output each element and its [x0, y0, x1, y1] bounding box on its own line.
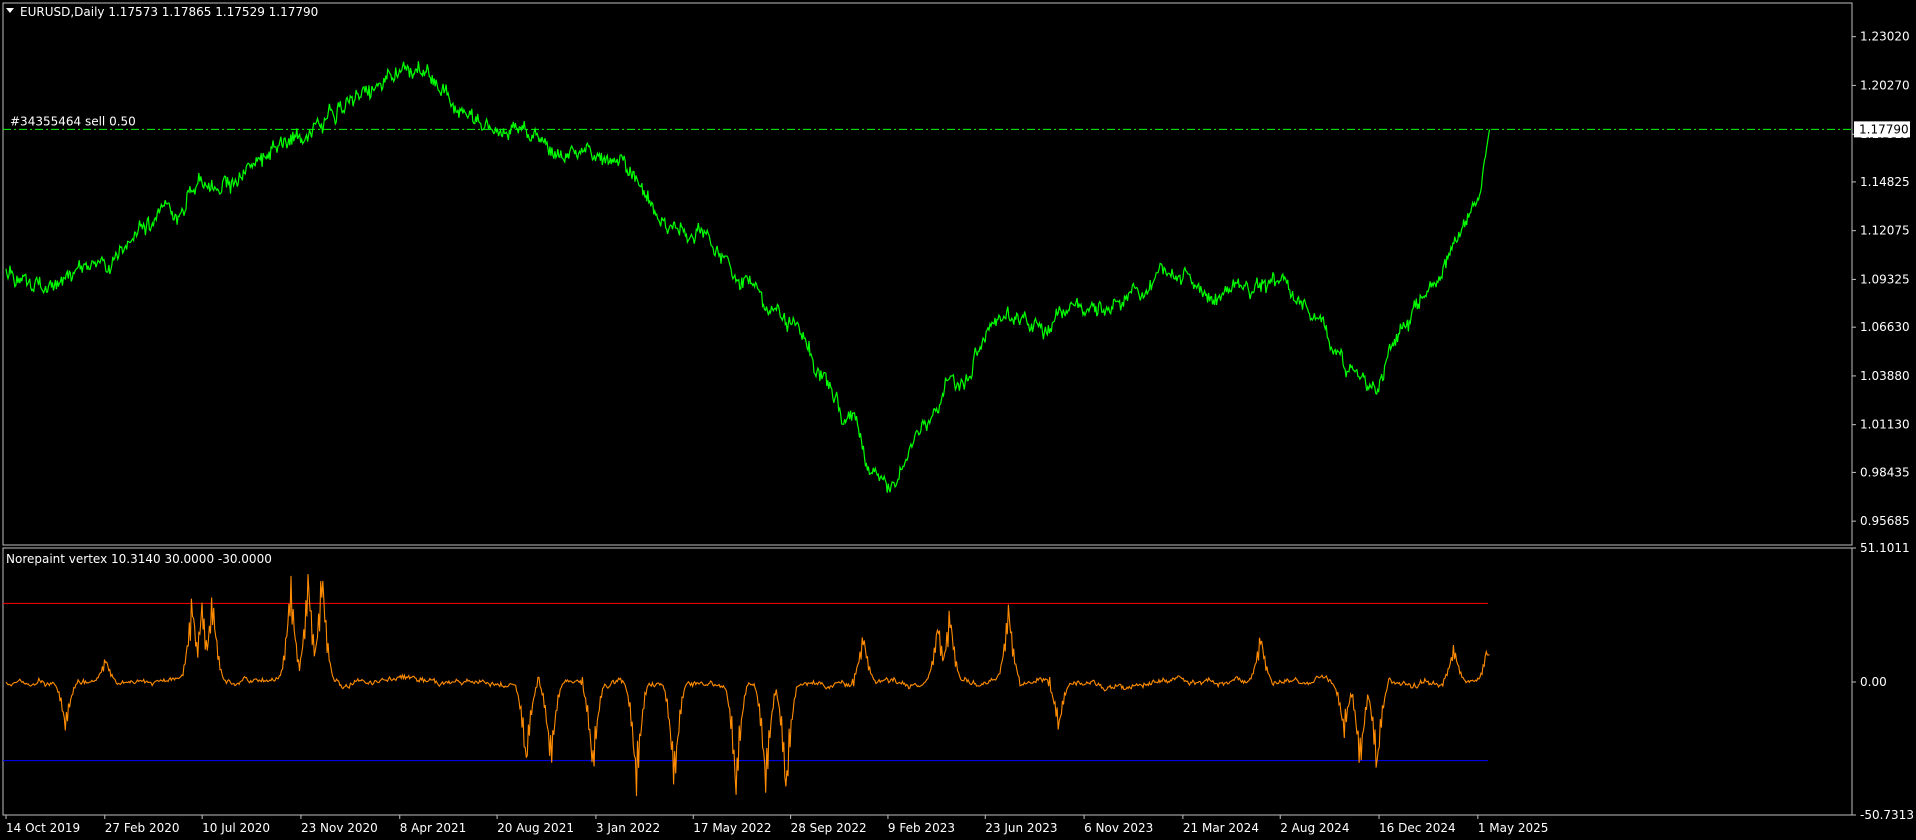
chart-header[interactable]: EURUSD,Daily 1.17573 1.17865 1.17529 1.1… [6, 5, 318, 19]
time-axis-tick-label: 3 Jan 2022 [596, 821, 660, 835]
price-axis-tick-label: 1.23020 [1860, 30, 1910, 44]
price-axis-tick-label: 1.03880 [1860, 369, 1910, 383]
time-axis-tick-label: 20 Aug 2021 [497, 821, 574, 835]
current-price-marker: 1.17790 [1854, 121, 1910, 138]
time-axis-tick-label: 16 Dec 2024 [1379, 821, 1456, 835]
time-axis-tick-label: 23 Jun 2023 [985, 821, 1057, 835]
time-axis-tick-label: 2 Aug 2024 [1280, 821, 1349, 835]
time-axis-tick-label: 10 Jul 2020 [202, 821, 270, 835]
time-axis-tick-label: 6 Nov 2023 [1084, 821, 1153, 835]
indicator-title: Norepaint vertex 10.3140 30.0000 -30.000… [6, 552, 272, 566]
time-axis-tick-label: 9 Feb 2023 [888, 821, 955, 835]
price-axis-tick-label: 1.09325 [1860, 272, 1910, 286]
time-axis-tick-label: 1 May 2025 [1478, 821, 1549, 835]
time-axis-tick-label: 8 Apr 2021 [400, 821, 467, 835]
time-axis-tick-label: 27 Feb 2020 [105, 821, 180, 835]
indicator-axis-tick-label: 0.00 [1860, 675, 1887, 689]
trade-order-label: #34355464 sell 0.50 [10, 114, 136, 128]
time-axis-tick-label: 17 May 2022 [693, 821, 771, 835]
time-axis-tick-label: 28 Sep 2022 [791, 821, 867, 835]
chart-background [0, 0, 1916, 840]
indicator-axis-tick-label: -50.7313 [1860, 808, 1914, 822]
chart-title: EURUSD,Daily 1.17573 1.17865 1.17529 1.1… [20, 5, 318, 19]
price-axis-tick-label: 0.98435 [1860, 465, 1910, 479]
indicator-axis-tick-label: 51.1011 [1860, 541, 1910, 555]
trading-chart[interactable]: #34355464 sell 0.50 1.230201.202701.1751… [0, 0, 1916, 840]
time-axis-tick-label: 23 Nov 2020 [301, 821, 378, 835]
price-axis-tick-label: 0.95685 [1860, 514, 1910, 528]
price-axis-tick-label: 1.01130 [1860, 418, 1910, 432]
price-axis-tick-label: 1.06630 [1860, 320, 1910, 334]
current-price-label: 1.17790 [1859, 122, 1909, 136]
time-axis-tick-label: 21 Mar 2024 [1183, 821, 1259, 835]
price-axis-tick-label: 1.12075 [1860, 224, 1910, 238]
price-axis-tick-label: 1.14825 [1860, 175, 1910, 189]
time-axis-tick-label: 14 Oct 2019 [6, 821, 80, 835]
price-axis-tick-label: 1.20270 [1860, 78, 1910, 92]
